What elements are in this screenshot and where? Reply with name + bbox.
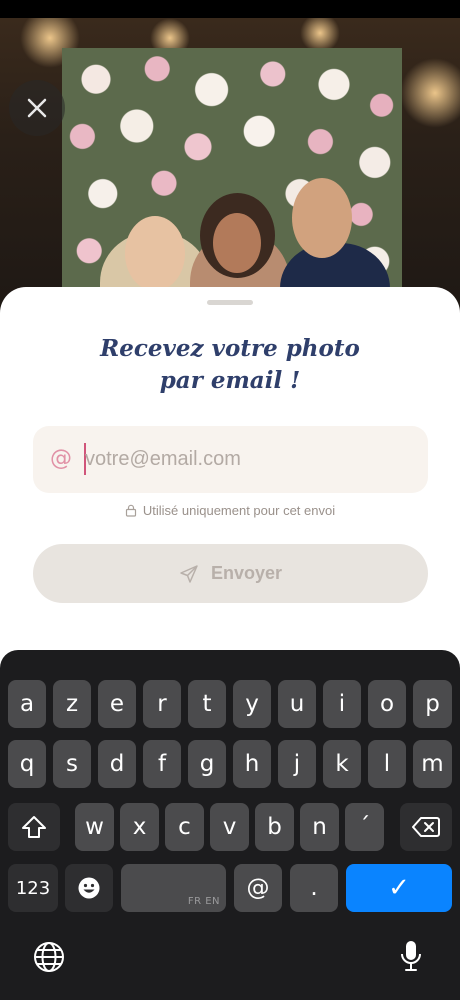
microphone-icon <box>401 941 421 971</box>
emoji-icon <box>78 877 100 899</box>
key-u[interactable]: u <box>278 680 316 728</box>
delete-key[interactable] <box>400 803 452 851</box>
key-r[interactable]: r <box>143 680 181 728</box>
sheet-grabber[interactable] <box>207 300 253 305</box>
shift-icon <box>22 816 46 838</box>
numbers-key[interactable]: 123 <box>8 864 58 912</box>
close-button[interactable] <box>9 80 65 136</box>
sheet-title-line1: Recevez votre photo <box>100 335 360 362</box>
dictation-button[interactable] <box>392 936 430 976</box>
privacy-note-text: Utilisé uniquement pour cet envoi <box>142 503 336 518</box>
sheet-title-line2: par email ! <box>159 367 301 394</box>
key-w[interactable]: w <box>75 803 114 851</box>
close-icon <box>27 98 47 118</box>
space-language-label: FR EN <box>187 896 220 907</box>
event-photo <box>0 18 460 318</box>
email-sheet: Recevez votre photo par email ! @ Utilis… <box>0 287 460 687</box>
key-i[interactable]: i <box>323 680 361 728</box>
key-n[interactable]: n <box>300 803 339 851</box>
email-field[interactable]: @ <box>33 426 428 493</box>
key-g[interactable]: g <box>188 740 226 788</box>
key-b[interactable]: b <box>255 803 294 851</box>
key-f[interactable]: f <box>143 740 181 788</box>
key-j[interactable]: j <box>278 740 316 788</box>
key-c[interactable]: c <box>165 803 204 851</box>
key-m[interactable]: m <box>413 740 452 788</box>
key-o[interactable]: o <box>368 680 406 728</box>
email-input[interactable] <box>85 440 405 478</box>
delete-icon <box>412 817 440 837</box>
at-icon: @ <box>50 446 72 471</box>
emoji-key[interactable] <box>65 864 113 912</box>
period-key[interactable]: . <box>290 864 338 912</box>
key-accent[interactable]: ´ <box>345 803 384 851</box>
key-z[interactable]: z <box>53 680 91 728</box>
key-x[interactable]: x <box>120 803 159 851</box>
key-k[interactable]: k <box>323 740 361 788</box>
key-h[interactable]: h <box>233 740 271 788</box>
space-key[interactable]: FR EN <box>121 864 226 912</box>
at-key[interactable]: @ <box>234 864 282 912</box>
lock-icon <box>125 504 136 517</box>
key-y[interactable]: y <box>233 680 271 728</box>
key-v[interactable]: v <box>210 803 249 851</box>
key-l[interactable]: l <box>368 740 406 788</box>
return-key[interactable]: ✓ <box>346 864 452 912</box>
key-p[interactable]: p <box>413 680 452 728</box>
sheet-title: Recevez votre photo par email ! <box>0 333 460 397</box>
privacy-note: Utilisé uniquement pour cet envoi <box>0 503 460 518</box>
key-q[interactable]: q <box>8 740 46 788</box>
key-a[interactable]: a <box>8 680 46 728</box>
key-s[interactable]: s <box>53 740 91 788</box>
send-button[interactable]: Envoyer <box>33 544 428 603</box>
send-button-label: Envoyer <box>210 563 283 583</box>
key-e[interactable]: e <box>98 680 136 728</box>
keyboard: a z e r t y u i o p q s d f g h j k l m … <box>0 650 460 1000</box>
globe-icon <box>34 942 64 972</box>
send-icon <box>180 564 198 583</box>
key-t[interactable]: t <box>188 680 226 728</box>
shift-key[interactable] <box>8 803 60 851</box>
key-d[interactable]: d <box>98 740 136 788</box>
globe-button[interactable] <box>30 938 68 976</box>
